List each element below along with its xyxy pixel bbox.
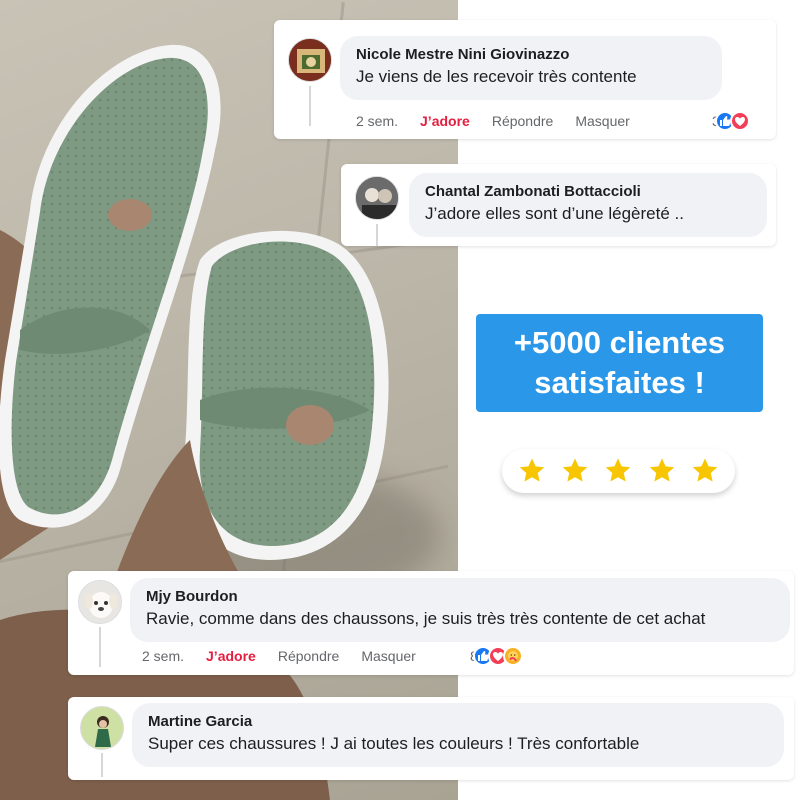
comment-text: Super ces chaussures ! J ai toutes les c… [148, 734, 640, 753]
star-rating [502, 449, 735, 493]
avatar[interactable] [355, 176, 399, 220]
comment-actions: 2 sem. J’adore Répondre Masquer [356, 113, 652, 129]
comment-card: Nicole Mestre Nini Giovinazzo Je viens d… [274, 20, 776, 139]
care-icon [502, 646, 523, 666]
react-button[interactable]: J’adore [420, 113, 470, 129]
avatar[interactable] [80, 706, 124, 750]
badge-line-1: +5000 clientes [513, 325, 726, 360]
comment-timestamp[interactable]: 2 sem. [142, 648, 184, 664]
avatar[interactable] [288, 38, 332, 82]
react-button[interactable]: J’adore [206, 648, 256, 664]
star-icon [562, 458, 588, 482]
reaction-summary[interactable]: 8 [470, 646, 523, 666]
star-icon [649, 458, 675, 482]
customer-count-badge: +5000 clientes satisfaites ! [476, 314, 763, 412]
star-icon [519, 458, 544, 482]
reaction-summary[interactable]: 3 [712, 111, 750, 131]
commenter-name[interactable]: Nicole Mestre Nini Giovinazzo [356, 45, 706, 65]
love-icon [729, 111, 750, 131]
commenter-name[interactable]: Mjy Bourdon [146, 587, 774, 607]
comment-text: Ravie, comme dans des chaussons, je suis… [146, 609, 706, 628]
commenter-name[interactable]: Martine Garcia [148, 712, 768, 732]
comment-bubble: Martine Garcia Super ces chaussures ! J … [132, 703, 784, 767]
star-icon [606, 458, 631, 482]
reply-button[interactable]: Répondre [492, 113, 554, 129]
comment-bubble: Chantal Zambonati Bottaccioli J’adore el… [409, 173, 767, 237]
reply-button[interactable]: Répondre [278, 648, 340, 664]
comment-bubble: Mjy Bourdon Ravie, comme dans des chauss… [130, 578, 790, 642]
comment-card: Chantal Zambonati Bottaccioli J’adore el… [341, 164, 776, 246]
avatar[interactable] [78, 580, 122, 624]
comment-card: Mjy Bourdon Ravie, comme dans des chauss… [68, 571, 794, 675]
comment-text: J’adore elles sont d’une légèreté .. [425, 204, 684, 223]
hide-button[interactable]: Masquer [361, 648, 415, 664]
comment-card: Martine Garcia Super ces chaussures ! J … [68, 697, 794, 780]
hide-button[interactable]: Masquer [575, 113, 629, 129]
comment-actions: 2 sem. J’adore Répondre Masquer [142, 648, 438, 664]
comment-text: Je viens de les recevoir très contente [356, 67, 637, 86]
comment-bubble: Nicole Mestre Nini Giovinazzo Je viens d… [340, 36, 722, 100]
commenter-name[interactable]: Chantal Zambonati Bottaccioli [425, 182, 751, 202]
badge-line-2: satisfaites ! [534, 365, 705, 400]
star-icon [693, 458, 718, 482]
comment-timestamp[interactable]: 2 sem. [356, 113, 398, 129]
